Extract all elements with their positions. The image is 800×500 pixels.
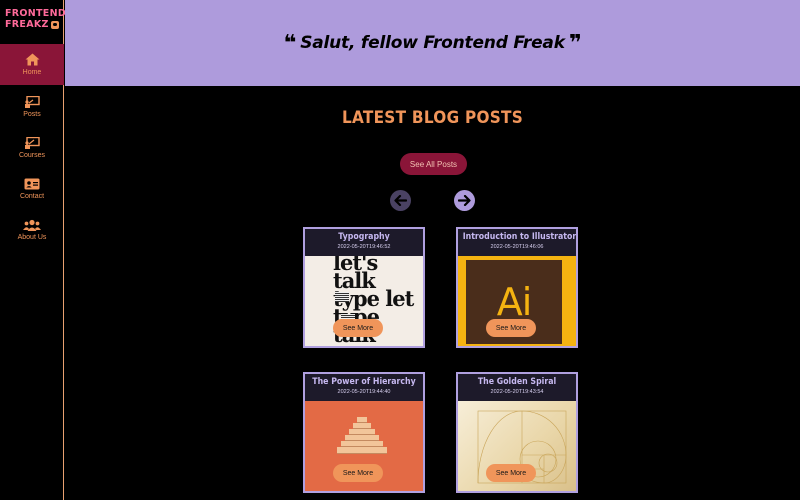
header-quote-text: Salut, fellow Frontend Freak	[300, 32, 565, 53]
sidebar-item-posts[interactable]: Posts	[0, 86, 64, 127]
post-title: Typography	[338, 232, 390, 242]
sidebar-item-contact[interactable]: Contact	[0, 168, 64, 209]
post-date: 2022-05-20T19:43:54	[490, 389, 544, 395]
sidebar-item-label: Home	[22, 69, 42, 76]
sidebar-item-about-us[interactable]: About Us	[0, 209, 64, 250]
post-date: 2022-05-20T19:46:52	[337, 244, 391, 250]
post-title: The Power of Hierarchy	[312, 377, 416, 387]
post-title: The Golden Spiral	[477, 377, 557, 387]
see-all-posts-button[interactable]: See All Posts	[400, 153, 467, 175]
post-thumbnail: See More	[305, 401, 423, 491]
header-quote: ❝ Salut, fellow Frontend Freak ❞	[279, 31, 585, 56]
post-date: 2022-05-20T19:46:06	[490, 244, 544, 250]
see-more-button[interactable]: See More	[486, 464, 536, 482]
brand-logo[interactable]: FRONTEND FREAKZ	[0, 0, 67, 44]
sidebar-item-label: Posts	[23, 110, 41, 118]
brand-line-1: FRONTEND	[5, 8, 67, 19]
header-banner: ❝ Salut, fellow Frontend Freak ❞	[65, 0, 800, 86]
post-card[interactable]: The Power of Hierarchy 2022-05-20T19:44:…	[303, 372, 425, 493]
see-more-button[interactable]: See More	[333, 319, 383, 337]
post-date: 2022-05-20T19:44:40	[337, 389, 391, 395]
carousel-next-button[interactable]	[454, 190, 475, 211]
sidebar-item-label: Contact	[19, 192, 45, 200]
users-icon	[23, 219, 41, 231]
main-content: LATEST BLOG POSTS See All Posts Typograp…	[65, 86, 800, 500]
sidebar: FRONTEND FREAKZ Home Posts Courses Conta…	[0, 0, 67, 500]
see-more-button[interactable]: See More	[486, 319, 536, 337]
post-card[interactable]: Introduction to Illustrator 2022-05-20T1…	[456, 227, 578, 348]
post-thumbnail: let's talk type let type talk See More	[305, 256, 423, 346]
contact-card-icon	[24, 178, 40, 189]
sidebar-item-label: Courses	[18, 151, 46, 159]
sidebar-item-courses[interactable]: Courses	[0, 127, 64, 168]
mask-icon	[50, 20, 59, 29]
post-thumbnail: Ai See More	[458, 256, 576, 346]
brand-line-2: FREAKZ	[5, 19, 49, 30]
arrow-left-icon	[394, 195, 407, 206]
post-card[interactable]: The Golden Spiral 2022-05-20T19:43:54 Se…	[456, 372, 578, 493]
post-title: Introduction to Illustrator	[462, 232, 577, 242]
sidebar-item-home[interactable]: Home	[0, 44, 64, 85]
post-card[interactable]: Typography 2022-05-20T19:46:52 let's tal…	[303, 227, 425, 348]
close-quote-icon: ❞	[568, 30, 582, 56]
open-quote-icon: ❝	[283, 30, 297, 56]
post-thumbnail: See More	[458, 401, 576, 491]
see-more-button[interactable]: See More	[333, 464, 383, 482]
arrow-right-icon	[458, 195, 471, 206]
home-icon	[25, 53, 39, 66]
section-title: LATEST BLOG POSTS	[341, 108, 524, 128]
carousel-prev-button[interactable]	[390, 190, 411, 211]
teacher-board-icon	[25, 136, 40, 149]
presentation-icon	[25, 95, 40, 108]
sidebar-item-label: About Us	[17, 233, 47, 241]
